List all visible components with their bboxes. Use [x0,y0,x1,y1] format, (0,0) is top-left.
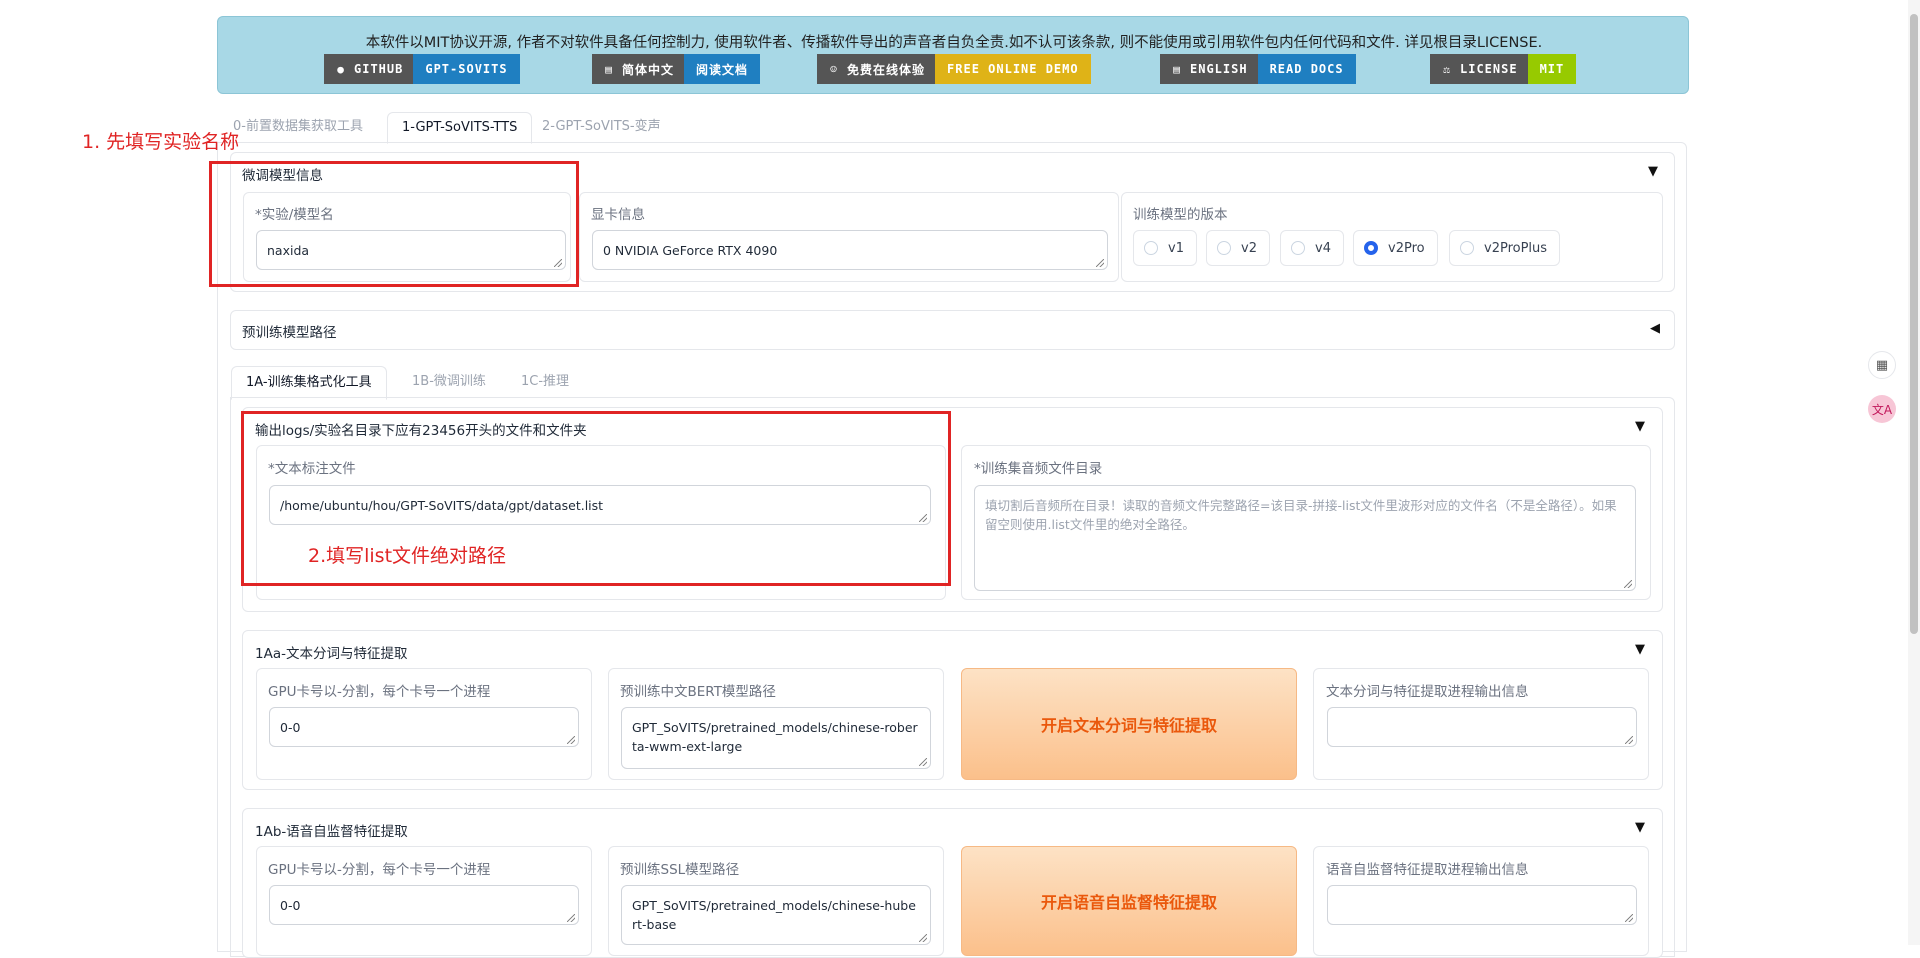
gpu-info-label: 显卡信息 [591,207,645,223]
text-feature-output-field[interactable] [1327,707,1637,747]
version-label: 训练模型的版本 [1133,207,1228,223]
collapse-triangle-icon[interactable]: ▼ [1648,164,1658,179]
audio-dir-label: *训练集音频文件目录 [974,461,1103,477]
radio-v1[interactable]: v1 [1133,230,1197,266]
radio-circle-icon [1291,241,1305,255]
radio-v2[interactable]: v2 [1206,230,1270,266]
radio-circle-icon [1217,241,1231,255]
gpu-info-field[interactable]: 0 NVIDIA GeForce RTX 4090 [592,230,1108,270]
radio-circle-icon [1144,241,1158,255]
tab-1a-format[interactable]: 1A-训练集格式化工具 [231,366,387,400]
docs-en-badge[interactable]: ▤ ENGLISH READ DOCS [1160,54,1356,84]
ssl-gpu-ids-input[interactable]: 0-0 [269,885,579,925]
github-icon: ● [337,62,345,76]
tab-1b-finetune[interactable]: 1B-微调训练 [398,366,500,398]
bert-path-input[interactable]: GPT_SoVITS/pretrained_models/chinese-rob… [621,707,931,769]
radio-v2pro[interactable]: v2Pro [1353,230,1438,266]
online-demo-badge[interactable]: ☺ 免费在线体验 FREE ONLINE DEMO [817,54,1091,84]
license-banner: 本软件以MIT协议开源, 作者不对软件具备任何控制力, 使用软件者、传播软件导出… [217,16,1689,94]
tab-tts[interactable]: 1-GPT-SoVITS-TTS [387,112,533,144]
gpu-ids-label: GPU卡号以-分割，每个卡号一个进程 [268,684,491,700]
pretrained-path-title: 预训练模型路径 [242,325,337,341]
text-feature-output-label: 文本分词与特征提取进程输出信息 [1326,684,1529,700]
tab-voice-conversion[interactable]: 2-GPT-SoVITS-变声 [528,112,675,142]
license-badge[interactable]: ⚖ LICENSE MIT [1430,54,1577,84]
ssl-feature-output-field[interactable] [1327,885,1637,925]
license-notice: 本软件以MIT协议开源, 作者不对软件具备任何控制力, 使用软件者、传播软件导出… [365,35,1543,51]
scrollbar-thumb[interactable] [1910,14,1918,634]
docs-cn-badge[interactable]: ▤ 简体中文 阅读文档 [592,54,761,84]
tab-1c-inference[interactable]: 1C-推理 [507,366,583,398]
gpu-ids-input[interactable]: 0-0 [269,707,579,747]
radio-v2proplus[interactable]: v2ProPlus [1449,230,1561,266]
pretrained-path-accordion[interactable] [230,310,1675,350]
annotation-box-step1 [209,161,579,287]
collapse-triangle-icon[interactable]: ▼ [1635,820,1645,835]
text-feature-title: 1Aa-文本分词与特征提取 [255,646,408,662]
tab-dataset-tools[interactable]: 0-前置数据集获取工具 [219,112,377,142]
github-badge[interactable]: ● GITHUB GPT-SOVITS [324,54,520,84]
ssl-feature-output-label: 语音自监督特征提取进程输出信息 [1326,862,1529,878]
document-icon: ▤ [1173,62,1181,76]
license-icon: ⚖ [1443,62,1451,76]
radio-circle-icon [1460,241,1474,255]
collapse-triangle-icon[interactable]: ▼ [1635,419,1645,434]
emoji-icon: ☺ [830,62,838,76]
ssl-path-label: 预训练SSL模型路径 [620,862,740,878]
bert-path-label: 预训练中文BERT模型路径 [620,684,776,700]
start-text-feature-button[interactable]: 开启文本分词与特征提取 [961,668,1297,780]
radio-selected-icon [1364,241,1378,255]
start-ssl-feature-button[interactable]: 开启语音自监督特征提取 [961,846,1297,956]
ssl-path-input[interactable]: GPT_SoVITS/pretrained_models/chinese-hub… [621,885,931,945]
ssl-gpu-ids-label: GPU卡号以-分割，每个卡号一个进程 [268,862,491,878]
translate-icon[interactable]: 文A [1868,395,1896,423]
expand-triangle-icon[interactable]: ◀ [1650,321,1660,336]
ssl-feature-title: 1Ab-语音自监督特征提取 [255,824,408,840]
document-icon: ▤ [605,62,613,76]
audio-dir-input[interactable]: 填切割后音频所在目录！读取的音频文件完整路径=该目录-拼接-list文件里波形对… [974,485,1636,591]
radio-v4[interactable]: v4 [1280,230,1344,266]
annotation-step2: 2.填写list文件绝对路径 [308,545,507,567]
annotation-step1: 1. 先填写实验名称 [82,131,240,153]
collapse-triangle-icon[interactable]: ▼ [1635,642,1645,657]
apps-icon[interactable]: ▦ [1868,351,1896,379]
